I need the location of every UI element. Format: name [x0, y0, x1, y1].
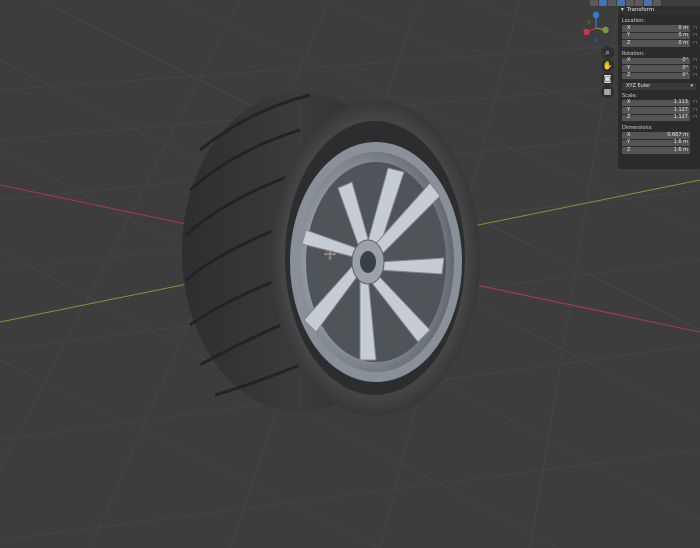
navigation-gizmo[interactable] — [583, 10, 611, 44]
rotation-z-field[interactable]: Z 0° — [622, 72, 690, 79]
rotation-x-field[interactable]: X 0° — [622, 57, 690, 64]
mode-icon[interactable] — [599, 0, 607, 6]
pan-hand-icon[interactable]: ✋ — [601, 59, 614, 72]
lock-icon[interactable]: ⊓ — [693, 25, 698, 31]
rotation-label: Rotation: — [622, 50, 645, 57]
lock-icon[interactable]: ⊓ — [693, 40, 698, 46]
sidebar-transform-panel: ▾ Transform Location: X0 m ⊓ Y0 m ⊓ Z0 m ⊓ … — [618, 6, 700, 169]
dimensions-label: Dimensions: — [622, 125, 653, 131]
lock-icon[interactable]: ⊓ — [693, 65, 698, 71]
perspective-grid-icon[interactable]: ▦ — [601, 85, 614, 98]
dimensions-y-field[interactable]: Y 1.6 m — [622, 139, 690, 146]
wheel-model[interactable] — [182, 92, 480, 416]
zoom-icon[interactable]: ⌕ — [601, 46, 614, 59]
location-y-field[interactable]: Y0 m — [622, 32, 690, 39]
lock-icon[interactable]: ⊓ — [693, 115, 698, 120]
collapse-arrow-icon: ▾ — [621, 7, 624, 13]
scale-label: Scale: — [622, 92, 638, 99]
scale-x-field[interactable]: X 1.113 — [622, 99, 690, 106]
lock-icon[interactable]: ⊓ — [693, 73, 698, 78]
gizmo-y-axis[interactable] — [602, 26, 609, 34]
gizmo-neg-z[interactable] — [593, 37, 599, 43]
transform-title: Transform — [626, 7, 655, 13]
gizmo-neg-y[interactable] — [586, 19, 592, 25]
scale-z-field[interactable]: Z 1.127 — [622, 114, 690, 121]
lock-icon[interactable]: ⊓ — [693, 33, 698, 38]
gizmo-x-axis[interactable] — [583, 28, 590, 36]
transform-panel-header[interactable]: ▾ Transform — [618, 6, 700, 15]
location-z-field[interactable]: Z0 m — [622, 40, 690, 47]
location-label: Location: — [622, 18, 645, 24]
chevron-down-icon: ▾ — [690, 82, 693, 89]
view-icon[interactable] — [590, 0, 598, 6]
lock-icon[interactable]: ⊓ — [693, 58, 698, 63]
camera-view-icon[interactable]: ◙ — [601, 72, 614, 85]
lock-icon[interactable]: ⊓ — [693, 100, 698, 105]
rotation-y-field[interactable]: Y 0° — [622, 65, 690, 72]
dimensions-z-field[interactable]: Z 1.6 m — [622, 147, 690, 154]
gizmo-z-axis[interactable] — [592, 11, 600, 19]
rotation-mode-select[interactable]: XYZ Euler ▾ — [622, 83, 696, 90]
scale-y-field[interactable]: Y 1.127 — [622, 107, 690, 114]
location-x-field[interactable]: X0 m — [622, 25, 690, 32]
3d-viewport[interactable] — [0, 0, 700, 548]
lock-icon[interactable]: ⊓ — [693, 107, 698, 113]
overlay-icon[interactable] — [608, 0, 616, 6]
dimensions-x-field[interactable]: X 0.667 m — [622, 132, 690, 139]
